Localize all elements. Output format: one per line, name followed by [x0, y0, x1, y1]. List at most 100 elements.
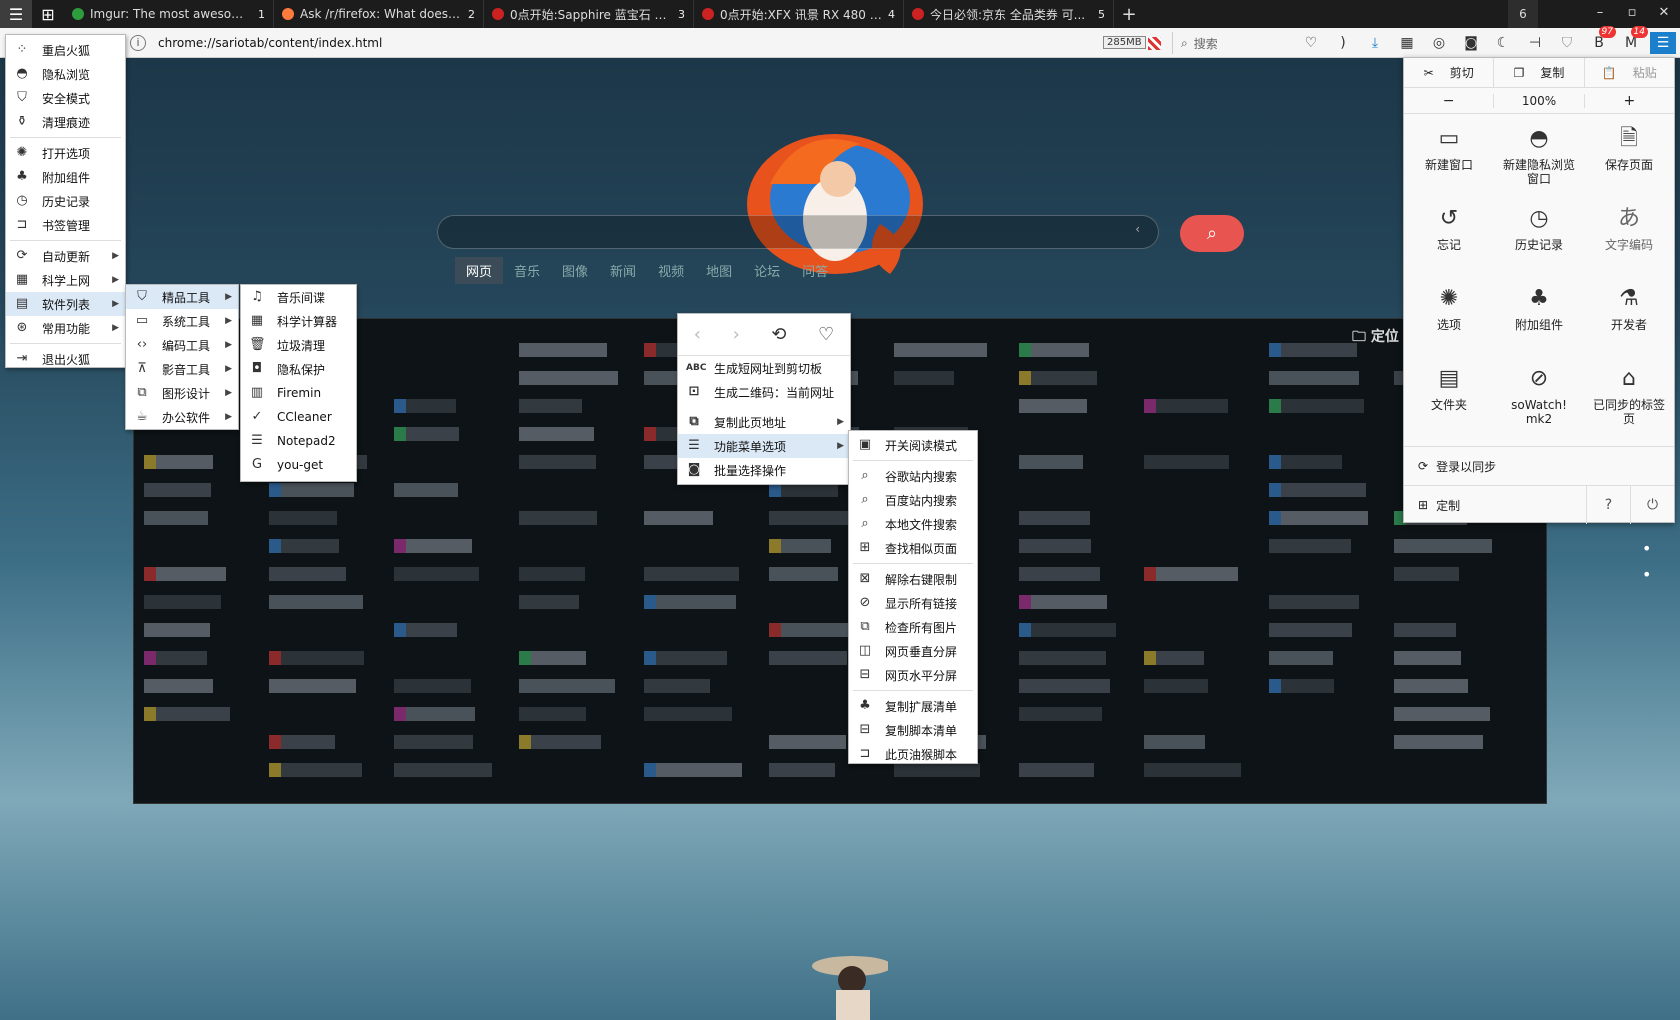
url-input[interactable]: chrome://sariotab/content/index.html: [158, 36, 382, 50]
tab-video[interactable]: 视频: [647, 257, 695, 284]
function-menu-item[interactable]: ⊟ 网页水平分屏: [849, 663, 977, 687]
hamburger-panel-icon[interactable]: ☰: [1650, 32, 1676, 54]
heart-icon[interactable]: ♡: [1298, 32, 1324, 54]
menu-button[interactable]: ☰: [0, 0, 32, 28]
target-icon[interactable]: ◎: [1426, 32, 1452, 54]
restore-icon[interactable]: ▫: [1616, 0, 1648, 28]
panel-item[interactable]: ◷ 历史记录: [1494, 200, 1584, 280]
search-button[interactable]: ⌕: [1180, 215, 1244, 252]
main-menu-item[interactable]: ⟳ 自动更新 ▶: [6, 244, 125, 268]
rss-icon[interactable]: ): [1330, 32, 1356, 54]
context-menu-item[interactable]: ABC 生成短网址到剪切板: [678, 356, 850, 380]
paste-button[interactable]: 📋 粘贴: [1583, 57, 1674, 88]
function-menu-item[interactable]: ▣ 开关阅读模式: [849, 433, 977, 457]
panel-item[interactable]: ↺ 忘记: [1404, 200, 1494, 280]
panel-item[interactable]: 🗎 保存页面: [1584, 120, 1674, 200]
zoom-out-button[interactable]: −: [1404, 93, 1493, 109]
cut-button[interactable]: ✂ 剪切: [1404, 58, 1493, 88]
function-menu-item[interactable]: ⊟ 复制脚本清单: [849, 718, 977, 742]
tool-menu-item[interactable]: ✓ CCleaner: [241, 405, 356, 429]
function-menu-item[interactable]: ◫ 网页垂直分屏: [849, 639, 977, 663]
tool-menu-item[interactable]: ☰ Notepad2: [241, 429, 356, 453]
context-menu-item[interactable]: ⧉ 复制此页地址 ▶: [678, 410, 850, 434]
tab-image[interactable]: 图像: [551, 257, 599, 284]
context-menu-item[interactable]: ◙ 批量选择操作: [678, 458, 850, 482]
forward-icon[interactable]: ›: [733, 324, 740, 345]
tool-menu-item[interactable]: Gyou-get: [241, 453, 356, 477]
main-menu-item[interactable]: ⁘ 重启火狐: [6, 38, 125, 62]
function-menu-item[interactable]: ⌕ 谷歌站内搜索: [849, 464, 977, 488]
tool-menu-item[interactable]: ◘ 隐私保护: [241, 357, 356, 381]
copy-button[interactable]: ❐ 复制: [1493, 57, 1583, 88]
help-icon[interactable]: ?: [1586, 486, 1630, 524]
tab-news[interactable]: 新闻: [599, 257, 647, 284]
new-tab-button[interactable]: +: [1114, 4, 1144, 25]
b-extension-icon[interactable]: B 97: [1586, 26, 1616, 54]
camera-icon[interactable]: ◙: [1458, 32, 1484, 54]
panel-item[interactable]: ⌂ 已同步的标签页: [1584, 360, 1674, 440]
panel-item[interactable]: あ文字编码: [1584, 200, 1674, 280]
function-menu-item[interactable]: ⊞ 查找相似页面: [849, 536, 977, 560]
software-menu-item[interactable]: ▭ 系统工具 ▶: [126, 309, 238, 333]
context-menu-item[interactable]: ☰ 功能菜单选项 ▶: [678, 434, 850, 458]
main-menu-item[interactable]: ⛉ 安全模式: [6, 86, 125, 110]
main-menu-item[interactable]: ⇥ 退出火狐: [6, 347, 125, 371]
software-menu-item[interactable]: ⧉ 图形设计 ▶: [126, 381, 238, 405]
panel-item[interactable]: ⊘ soWatch! mk2: [1494, 360, 1584, 440]
close-icon[interactable]: ✕: [1648, 0, 1680, 28]
tool-menu-item[interactable]: ♫ 音乐间谍: [241, 285, 356, 309]
info-icon[interactable]: i: [130, 35, 146, 51]
function-menu-item[interactable]: ⊐ 此页油猴脚本: [849, 742, 977, 766]
search-input[interactable]: ⌕ 搜索: [1172, 32, 1300, 54]
tab-3[interactable]: 0点开始:Sapphire 蓝宝石 R... 3: [484, 0, 694, 28]
function-menu-item[interactable]: ⊘ 显示所有链接: [849, 591, 977, 615]
function-menu-item[interactable]: ⌕ 本地文件搜索: [849, 512, 977, 536]
tab-forum[interactable]: 论坛: [743, 257, 791, 284]
back-icon[interactable]: ‹: [694, 324, 701, 345]
router-icon[interactable]: ⊣: [1522, 32, 1548, 54]
function-menu-item[interactable]: ⧉ 检查所有图片: [849, 615, 977, 639]
reload-icon[interactable]: ⟲: [771, 324, 786, 345]
download-icon[interactable]: ⤓: [1362, 32, 1388, 54]
main-menu-item[interactable]: ◷ 历史记录: [6, 189, 125, 213]
main-menu-item[interactable]: ▤ 软件列表 ▶: [6, 292, 125, 316]
mail-icon[interactable]: M 14: [1618, 26, 1648, 54]
function-menu-item[interactable]: ⊠ 解除右键限制: [849, 567, 977, 591]
software-menu-item[interactable]: ⊼ 影音工具 ▶: [126, 357, 238, 381]
panel-item[interactable]: ◓ 新建隐私浏览窗口: [1494, 120, 1584, 200]
tab-4[interactable]: 0点开始:XFX 讯景 RX 480 8... 4: [694, 0, 904, 28]
main-menu-item[interactable]: ✺ 打开选项: [6, 141, 125, 165]
tab-groups-button[interactable]: ⊞: [32, 0, 64, 28]
tab-map[interactable]: 地图: [695, 257, 743, 284]
zoom-reset-button[interactable]: 100%: [1493, 93, 1585, 108]
tab-2[interactable]: Ask /r/firefox: What does y... 2: [274, 0, 484, 28]
function-menu-item[interactable]: ⌕ 百度站内搜索: [849, 488, 977, 512]
main-menu-item[interactable]: ▦ 科学上网 ▶: [6, 268, 125, 292]
tab-qa[interactable]: 问答: [791, 257, 839, 284]
function-menu-item[interactable]: ♣ 复制扩展清单: [849, 694, 977, 718]
tool-menu-item[interactable]: 🗑 垃圾清理: [241, 333, 356, 357]
tab-web[interactable]: 网页: [455, 257, 504, 284]
main-menu-item[interactable]: ⊛ 常用功能 ▶: [6, 316, 125, 340]
software-menu-item[interactable]: ‹› 编码工具 ▶: [126, 333, 238, 357]
main-menu-item[interactable]: ♣ 附加组件: [6, 165, 125, 189]
software-menu-item[interactable]: ⛉ 精品工具 ▶: [126, 285, 238, 309]
tab-count[interactable]: 6: [1508, 0, 1538, 28]
bookmark-heart-icon[interactable]: ♡: [818, 324, 834, 345]
memory-indicator[interactable]: 285MB: [1103, 36, 1146, 49]
power-icon[interactable]: ⏻: [1630, 486, 1674, 524]
tab-1[interactable]: Imgur: The most awesome... 1: [64, 0, 274, 28]
panel-item[interactable]: ▭ 新建窗口: [1404, 120, 1494, 200]
search-bar[interactable]: ‹: [437, 215, 1159, 249]
screenshot-grid-icon[interactable]: ▦: [1394, 32, 1420, 54]
minimize-icon[interactable]: –: [1584, 0, 1616, 28]
moon-icon[interactable]: ☾: [1490, 32, 1516, 54]
tool-menu-item[interactable]: ▦ 科学计算器: [241, 309, 356, 333]
shield-toolbar-icon[interactable]: ⛉: [1554, 32, 1580, 54]
plus-box-icon[interactable]: ⊞: [1418, 498, 1428, 512]
main-menu-item[interactable]: ◓ 隐私浏览: [6, 62, 125, 86]
sync-button[interactable]: ⟳ 登录以同步: [1404, 446, 1674, 486]
panel-item[interactable]: ♣ 附加组件: [1494, 280, 1584, 360]
page-dots[interactable]: • •: [1642, 536, 1651, 588]
main-menu-item[interactable]: ⊐ 书签管理: [6, 213, 125, 237]
